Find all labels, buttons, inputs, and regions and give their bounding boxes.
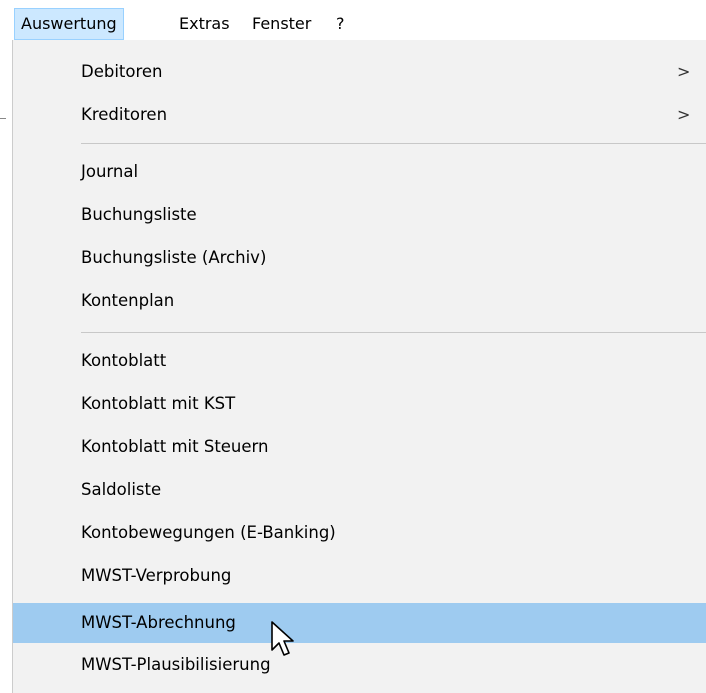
menu-auswertung[interactable]: Auswertung — [14, 8, 124, 40]
menu-item-label: Kreditoren — [81, 105, 168, 124]
menu-separator — [81, 143, 706, 144]
menu-item-saldoliste[interactable]: Saldoliste — [13, 470, 706, 510]
auswertung-dropdown-menu: Debitoren > Kreditoren > Journal Buchung… — [12, 40, 706, 693]
menu-item-buchungsliste[interactable]: Buchungsliste — [13, 195, 706, 235]
menu-item-mwst-verprobung[interactable]: MWST-Verprobung — [13, 556, 706, 596]
menu-item-mwst-abrechnung[interactable]: MWST-Abrechnung — [13, 603, 706, 643]
menu-fenster[interactable]: Fenster — [246, 8, 317, 40]
menu-item-mwst-plausibilisierung[interactable]: MWST-Plausibilisierung — [13, 645, 706, 685]
menu-item-debitoren[interactable]: Debitoren > — [13, 52, 706, 92]
menu-item-label: Kontoblatt — [81, 351, 167, 370]
menu-item-kontenplan[interactable]: Kontenplan — [13, 281, 706, 321]
menu-separator — [81, 332, 706, 333]
menu-item-journal[interactable]: Journal — [13, 152, 706, 192]
background-window-edge — [0, 118, 6, 119]
menu-item-label: Kontenplan — [81, 291, 175, 310]
menu-help[interactable]: ? — [330, 8, 351, 40]
menu-item-label: MWST-Plausibilisierung — [81, 655, 271, 674]
menu-item-label: MWST-Verprobung — [81, 566, 232, 585]
menu-item-label: Kontoblatt mit KST — [81, 394, 236, 413]
menu-item-label: MWST-Abrechnung — [81, 613, 236, 632]
menu-bar: Auswertung Extras Fenster ? — [0, 0, 706, 40]
menu-item-label: Buchungsliste — [81, 205, 197, 224]
menu-item-kontoblatt-mit-steuern[interactable]: Kontoblatt mit Steuern — [13, 427, 706, 467]
menu-item-label: Debitoren — [81, 62, 163, 81]
menu-item-kontobewegungen[interactable]: Kontobewegungen (E-Banking) — [13, 513, 706, 553]
menu-item-label: Buchungsliste (Archiv) — [81, 248, 267, 267]
submenu-arrow-icon: > — [677, 105, 691, 124]
menu-item-label: Kontobewegungen (E-Banking) — [81, 523, 336, 542]
submenu-arrow-icon: > — [677, 62, 691, 81]
menu-item-buchungsliste-archiv[interactable]: Buchungsliste (Archiv) — [13, 238, 706, 278]
menu-item-label: Kontoblatt mit Steuern — [81, 437, 269, 456]
menu-item-label: Saldoliste — [81, 480, 162, 499]
menu-item-label: Journal — [81, 162, 139, 181]
menu-item-kontoblatt[interactable]: Kontoblatt — [13, 341, 706, 381]
menu-item-kreditoren[interactable]: Kreditoren > — [13, 95, 706, 135]
mouse-pointer-icon — [271, 621, 294, 656]
menu-extras[interactable]: Extras — [173, 8, 236, 40]
menu-item-kontoblatt-mit-kst[interactable]: Kontoblatt mit KST — [13, 384, 706, 424]
